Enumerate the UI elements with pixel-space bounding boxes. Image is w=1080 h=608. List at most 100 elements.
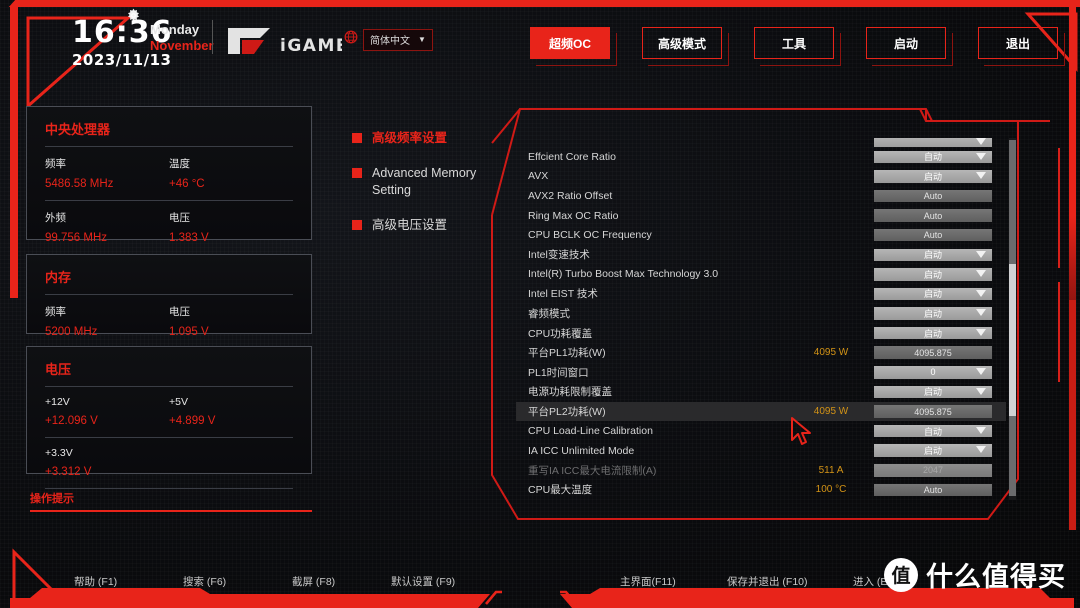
fkey-defaults[interactable]: 默认设置 (F9) [391,574,455,589]
memory-voltage-label: 电压 [169,306,190,318]
settings-row[interactable]: AVX2 Ratio Offset Auto [516,186,1006,206]
date-day-month: Monday November [150,22,214,55]
bullet-square-icon [352,167,362,178]
settings-row-dropdown[interactable]: 自动 [874,150,992,164]
settings-row[interactable]: IA ICC Unlimited Mode 启动 [516,441,1006,461]
chevron-down-icon: ▼ [418,35,426,44]
settings-row-label: Intel(R) Turbo Boost Max Technology 3.0 [528,268,719,281]
watermark-badge: 值 [884,557,918,592]
settings-row-control-value: 启动 [923,289,942,300]
nav-tab-exit[interactable]: 退出 [978,27,1065,66]
cpu-voltage-label: 电压 [169,212,190,224]
settings-row-dropdown[interactable]: 0 [874,366,992,379]
gear-icon[interactable] [126,8,141,23]
operation-hint-title: 操作提示 [30,493,74,505]
fkey-help[interactable]: 帮助 (F1) [74,574,117,589]
settings-row-dropdown[interactable]: 启动 [874,170,992,183]
header-divider [212,20,213,54]
settings-row-dropdown[interactable]: 2047 [874,464,992,477]
settings-row[interactable]: PL1时间窗口 0 [516,363,1006,383]
settings-row[interactable]: CPU功耗覆盖 启动 [516,323,1006,343]
settings-row-input[interactable]: Auto [874,228,992,242]
nav-tab-oc-label: 超频OC [548,36,591,51]
settings-scrollbar-lower[interactable] [1009,416,1016,496]
settings-row-current-value: 100 °C [815,484,847,496]
settings-list[interactable]: Effcient Core Ratio 自动 AVX 启动 AVX2 Ratio Off… [516,138,1006,502]
settings-row-input[interactable]: 4095.875 [874,405,992,418]
frame-right-accent-1 [1058,148,1060,268]
settings-row-dropdown[interactable]: 启动 [874,444,992,457]
settings-row-control-value: Auto [923,190,943,201]
settings-row-label: 平台PL1功耗(W) [528,347,606,360]
submenu-item-voltage[interactable]: 高级电压设置 [352,217,492,234]
fkey-save-exit[interactable]: 保存并退出 (F10) [727,574,808,589]
language-selector[interactable]: 简体中文 ▼ [363,29,433,51]
cpu-temperature-value: +46 °C [169,178,205,190]
settings-row[interactable]: 平台PL2功耗(W) 4095 W 4095.875 [516,401,1006,422]
nav-tab-boot[interactable]: 启动 [866,27,953,66]
settings-scrollbar-upper[interactable] [1009,140,1016,264]
submenu-item-frequency[interactable]: 高级频率设置 [352,130,492,147]
chevron-down-icon [976,138,986,146]
settings-scrollbar-thumb[interactable] [1009,264,1016,416]
settings-row[interactable]: Ring Max OC Ratio Auto [516,206,1006,226]
settings-row[interactable]: Intel变速技术 启动 [516,245,1006,265]
settings-row-label: 睿频模式 [528,308,570,321]
settings-row[interactable] [516,138,1006,147]
card-cpu-row-1: 频率 5486.58 MHz 温度 +46 °C [45,156,293,190]
rail-12v-label: +12V [45,396,70,408]
settings-row-dropdown[interactable]: 启动 [874,268,992,281]
fkey-screenshot[interactable]: 截屏 (F8) [292,574,335,589]
settings-row-dropdown[interactable]: 启动 [874,326,992,340]
settings-row-label: 重写IA ICC最大电流限制(A) [528,464,657,477]
rail-5v-value: +4.899 V [169,415,216,427]
settings-row[interactable]: AVX 启动 [516,167,1006,187]
settings-row-input[interactable]: Auto [874,189,992,203]
settings-row-control-value: 4095.875 [914,406,952,417]
fkey-search[interactable]: 搜索 (F6) [183,574,226,589]
settings-row-label: CPU Load-Line Calibration [528,425,653,438]
settings-row-control-value: 启动 [923,309,942,320]
day-name: Monday [150,22,200,37]
settings-row-dropdown[interactable]: 启动 [874,287,992,301]
cpu-bclk-value: 99.756 MHz [45,232,108,244]
divider [45,386,293,387]
settings-row[interactable]: Intel EIST 技术 启动 [516,284,1006,304]
submenu-item-memory[interactable]: Advanced Memory Setting [352,165,492,199]
card-voltage-row-1: +12V +12.096 V +5V +4.899 V [45,396,293,427]
settings-row-label: IA ICC Unlimited Mode [528,444,635,457]
settings-row[interactable]: CPU最大温度 100 °C Auto [516,480,1006,500]
settings-row-dropdown[interactable]: 启动 [874,307,992,320]
settings-row[interactable]: CPU BCLK OC Frequency Auto [516,225,1006,245]
settings-row[interactable]: 睿频模式 启动 [516,304,1006,324]
settings-row-label: CPU最大温度 [528,484,593,497]
settings-row[interactable]: 平台PL1功耗(W) 4095 W 4095.875 [516,343,1006,363]
watermark: 值 什么值得买 [884,555,1066,594]
settings-row-dropdown[interactable]: 自动 [874,424,992,438]
nav-tab-tools[interactable]: 工具 [754,27,841,66]
settings-row[interactable]: CPU Load-Line Calibration 自动 [516,421,1006,441]
nav-tab-oc[interactable]: 超频OC [530,27,617,66]
settings-row-control-value: 自动 [923,152,942,163]
settings-row-dropdown[interactable]: 启动 [874,248,992,262]
settings-row-dropdown[interactable] [874,138,992,147]
settings-row-input[interactable]: Auto [874,483,992,497]
settings-row-dropdown[interactable]: 启动 [874,385,992,399]
settings-row[interactable]: 重写IA ICC最大电流限制(A) 511 A 2047 [516,461,1006,481]
memory-frequency: 频率 5200 MHz [45,304,169,338]
settings-row-label: AVX2 Ratio Offset [528,189,613,202]
settings-row-control-value: Auto [923,484,943,495]
frame-right-bar-lower [1069,300,1076,530]
main-nav: 超频OC 高级模式 工具 启动 退出 [530,27,1065,66]
igame-logo: iGAME [224,24,347,63]
fkey-main-ui[interactable]: 主界面(F11) [620,574,676,589]
settings-row[interactable]: Intel(R) Turbo Boost Max Technology 3.0 启… [516,265,1006,285]
settings-row-input[interactable]: 4095.875 [874,346,992,359]
language-label: 简体中文 [370,36,410,47]
settings-row-control-value: 4095.875 [914,347,952,358]
settings-row[interactable]: 电源功耗限制覆盖 启动 [516,382,1006,402]
settings-row-input[interactable]: Auto [874,209,992,222]
nav-tab-advanced[interactable]: 高级模式 [642,27,729,66]
card-cpu-title: 中央处理器 [45,122,111,137]
settings-row[interactable]: Effcient Core Ratio 自动 [516,147,1006,167]
